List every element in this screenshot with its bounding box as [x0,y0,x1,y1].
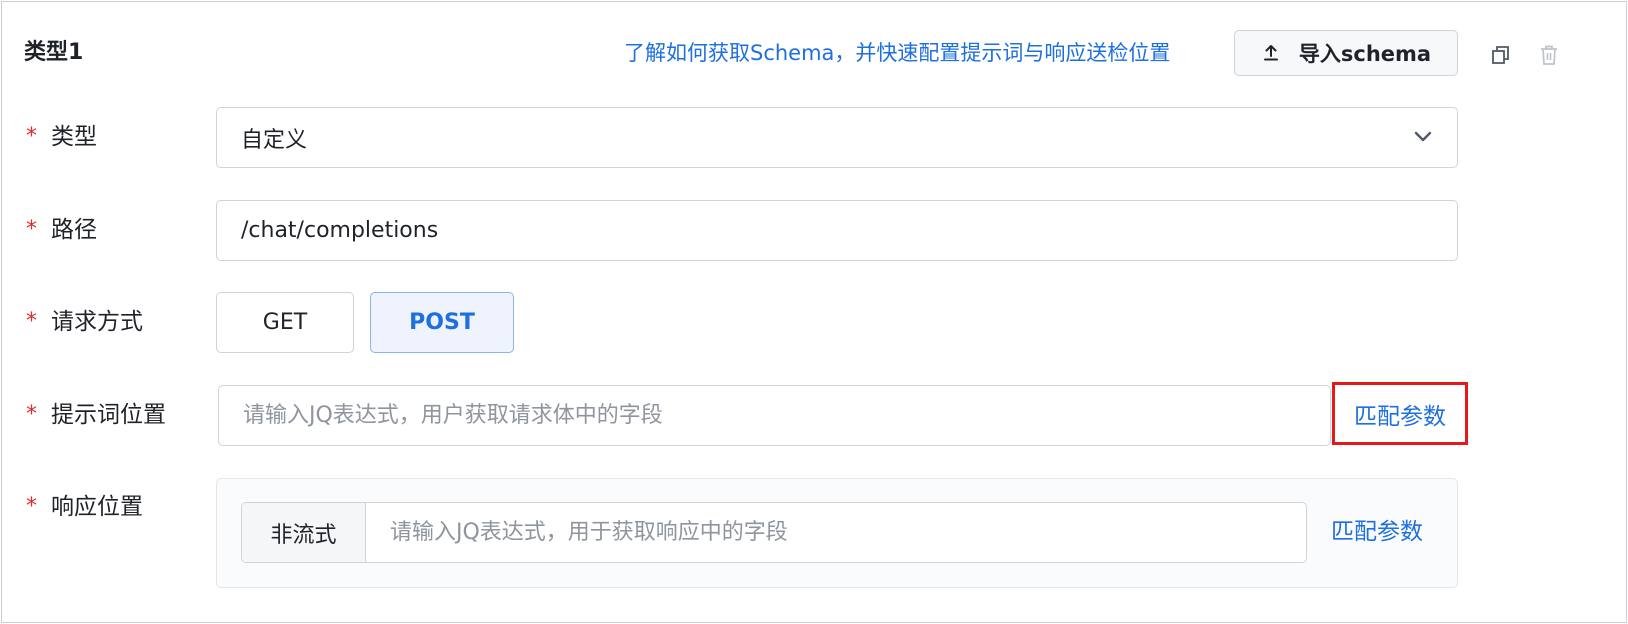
card-title: 类型1 [24,40,84,65]
required-mark: * [26,402,37,427]
method-label: 请求方式 [51,309,143,335]
response-position-panel: 非流式 匹配参数 [216,478,1458,588]
response-position-input[interactable] [390,503,1282,562]
required-mark: * [26,309,37,334]
import-schema-label: 导入schema [1298,42,1432,66]
type-select-value: 自定义 [241,127,308,153]
type-label-group: * 类型 [26,122,97,152]
config-card: 类型1 了解如何获取Schema，并快速配置提示词与响应送检位置 导入schem… [1,1,1627,623]
schema-help-link[interactable]: 了解如何获取Schema，并快速配置提示词与响应送检位置 [624,38,1170,68]
response-match-params-link[interactable]: 匹配参数 [1331,517,1423,547]
prompt-position-input[interactable] [243,386,1306,445]
chevron-down-icon [1413,125,1433,150]
copy-icon[interactable] [1488,42,1514,68]
path-input[interactable] [241,201,1433,260]
method-label-group: * 请求方式 [26,307,143,337]
path-label-group: * 路径 [26,215,97,245]
path-label: 路径 [51,217,97,243]
prompt-position-field [218,385,1331,446]
required-mark: * [26,217,37,242]
upload-icon [1261,43,1281,63]
type-label: 类型 [51,124,97,150]
required-mark: * [26,494,37,519]
response-position-label-group: * 响应位置 [26,492,143,522]
prompt-position-label: 提示词位置 [51,402,166,428]
trash-icon[interactable] [1536,42,1562,68]
response-mode-addon: 非流式 [242,503,366,562]
type-select[interactable]: 自定义 [216,107,1458,168]
required-mark: * [26,124,37,149]
import-schema-button[interactable]: 导入schema [1234,30,1458,76]
response-position-label: 响应位置 [51,494,143,520]
prompt-match-params-link[interactable]: 匹配参数 [1332,382,1468,445]
method-get-button[interactable]: GET [216,292,354,353]
response-position-field [366,503,1306,562]
prompt-position-label-group: * 提示词位置 [26,400,166,430]
path-field [216,200,1458,261]
response-input-group: 非流式 [241,502,1307,563]
method-post-button[interactable]: POST [370,292,514,353]
